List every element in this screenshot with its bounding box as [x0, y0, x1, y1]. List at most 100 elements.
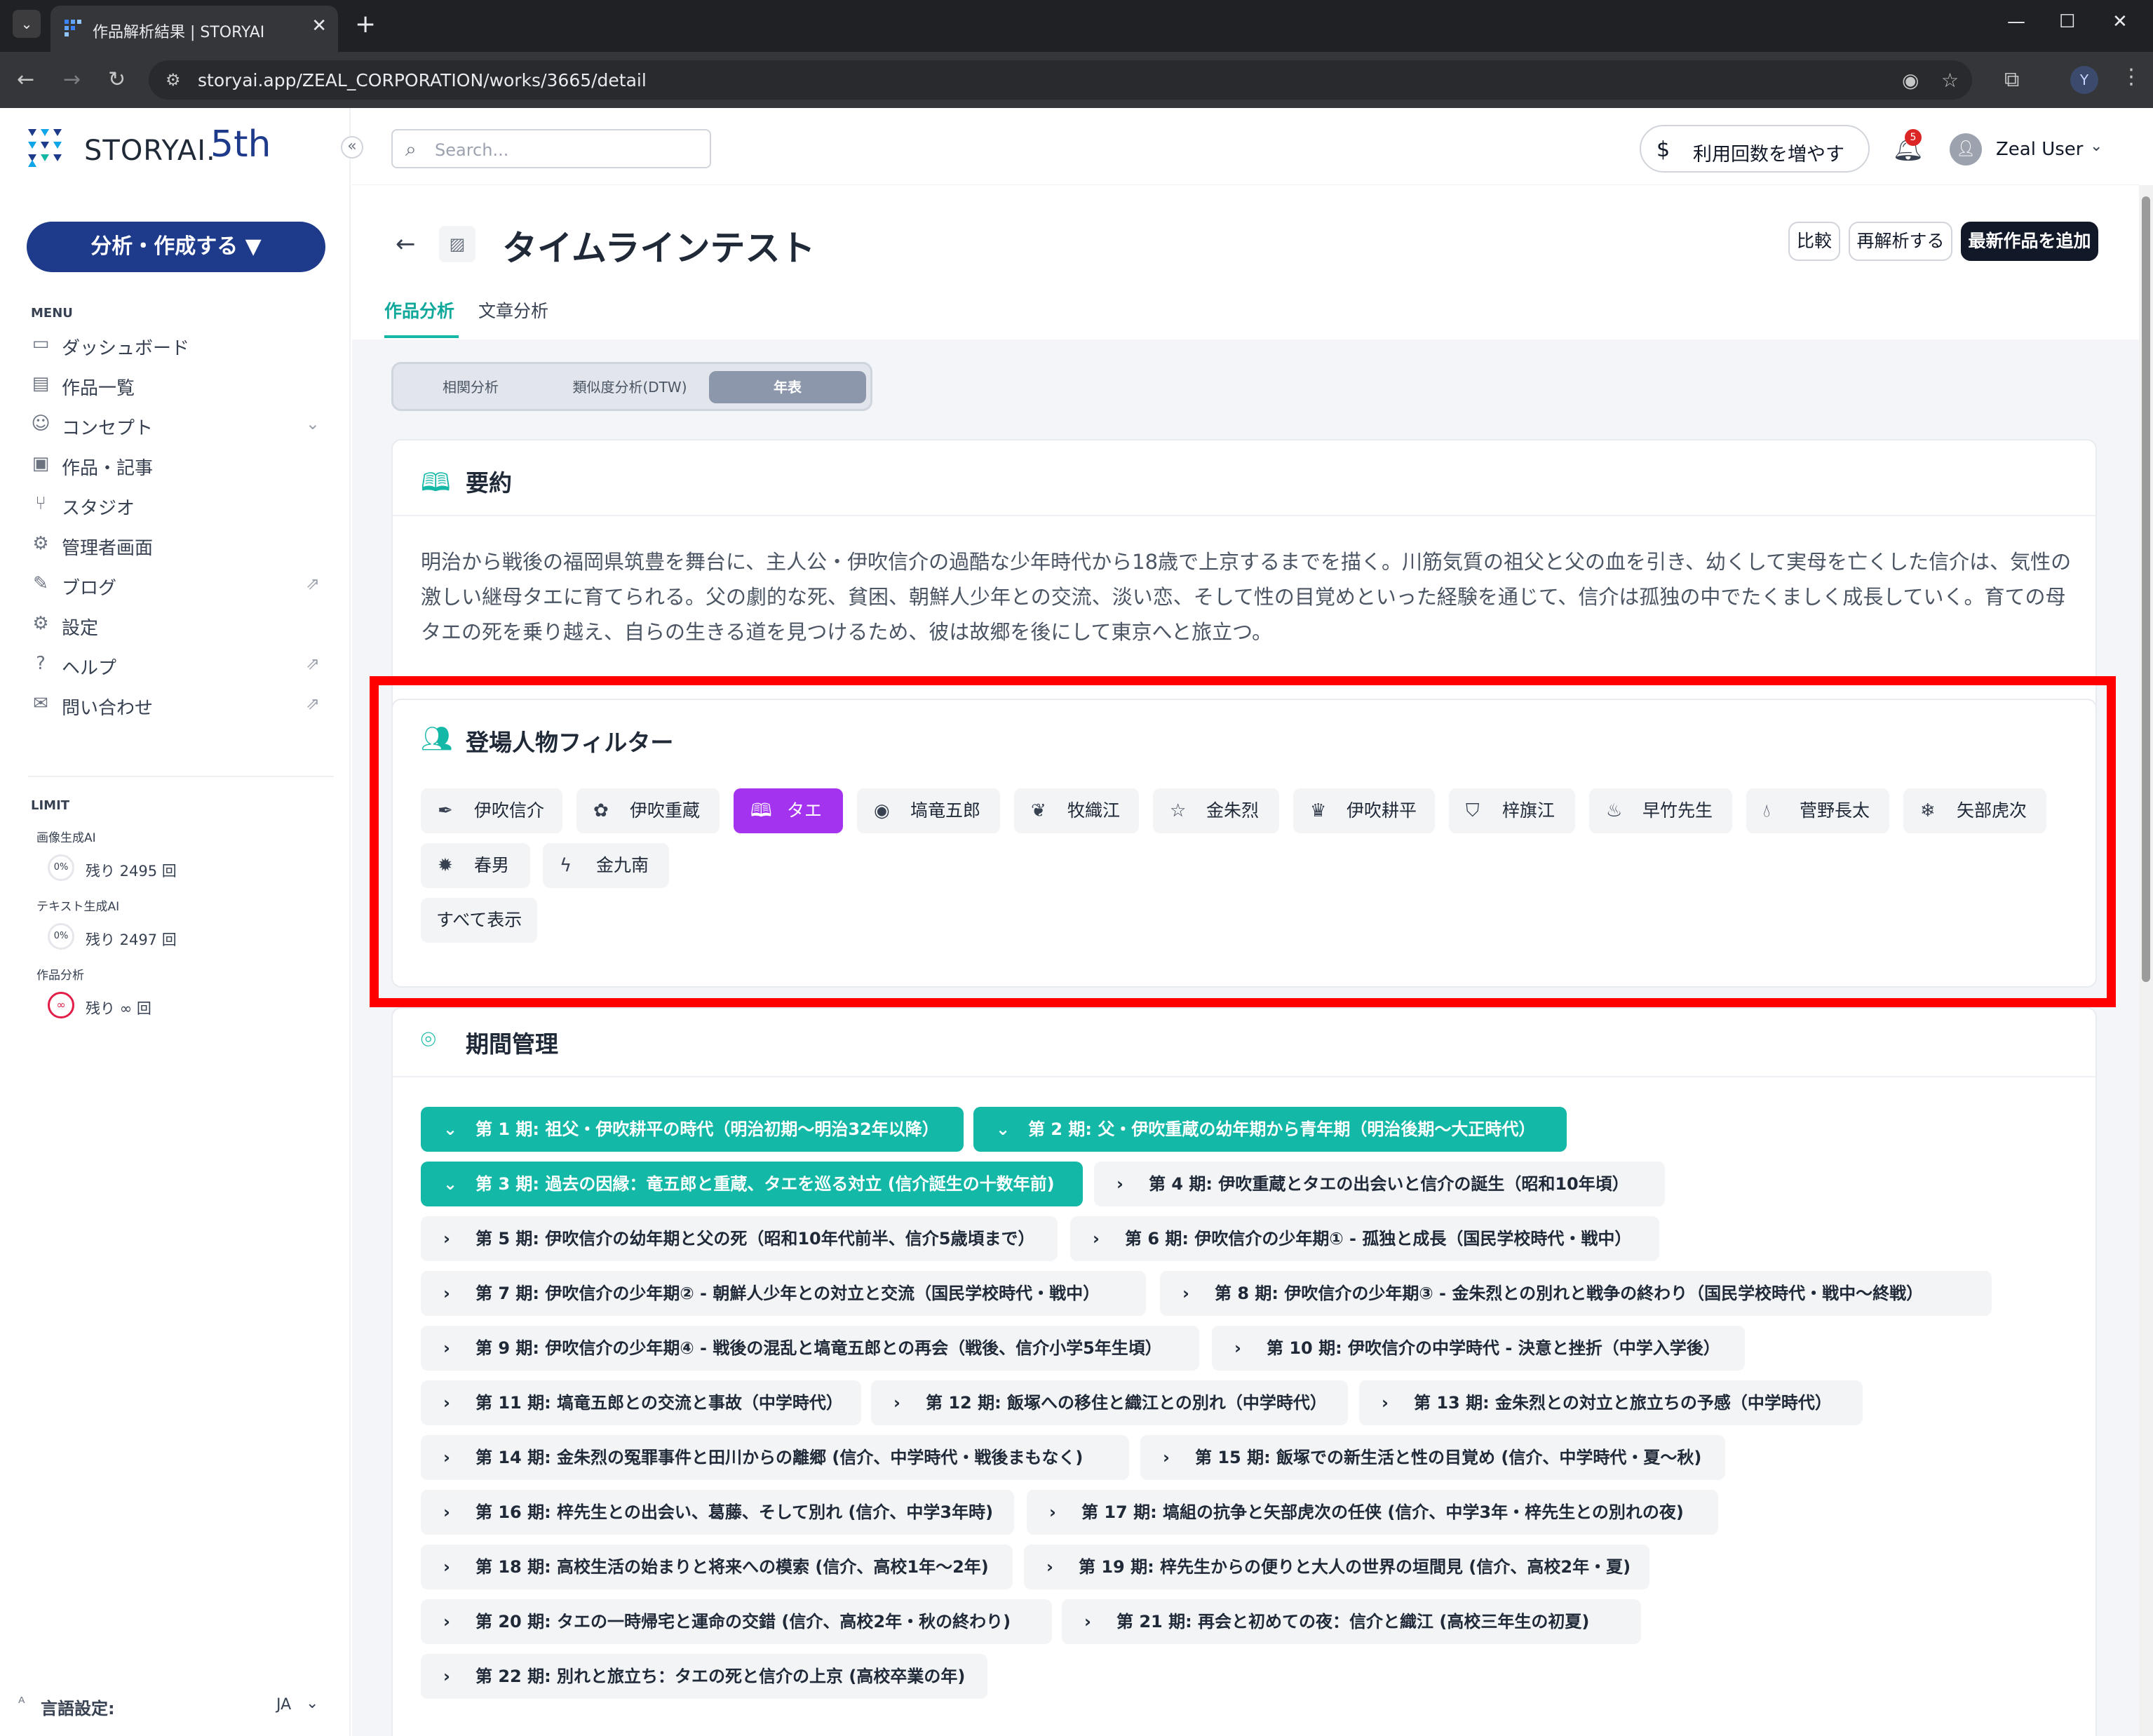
chevron-right-icon: ›	[443, 1284, 450, 1303]
analyze-create-button[interactable]: 分析・作成する ▼	[27, 222, 325, 272]
period-item-5[interactable]: › 第 5 期: 伊吹信介の幼年期と父の死（昭和10年代前半、信介5歳頃まで）	[421, 1216, 1058, 1261]
close-window-icon[interactable]: ✕	[2112, 11, 2128, 32]
period-item-2[interactable]: ⌄ 第 2 期: 父・伊吹重蔵の幼年期から青年期（明治後期〜大正時代）	[973, 1107, 1567, 1152]
browser-tab[interactable]: 作品解析結果 | STORYAI ✕	[50, 6, 338, 52]
segment-dtw[interactable]: 類似度分析(DTW)	[551, 371, 709, 403]
limit-section-label: LIMIT	[31, 798, 70, 813]
tab-search-icon[interactable]: ⌄	[13, 10, 41, 38]
sidebar-item-works[interactable]: ▤ 作品一覧	[28, 368, 330, 399]
period-item-9[interactable]: › 第 9 期: 伊吹信介の少年期④ - 戦後の混乱と塙竜五郎との再会（戦後、信介…	[421, 1326, 1199, 1371]
scrollbar-thumb[interactable]	[2142, 196, 2150, 982]
sidebar-item-articles[interactable]: ▣ 作品・記事	[28, 448, 330, 479]
period-item-14[interactable]: › 第 14 期: 金朱烈の冤罪事件と田川からの離郷 (信介、中学時代・戦後まもな…	[421, 1435, 1129, 1480]
chevron-down-icon[interactable]: ⌄	[306, 414, 320, 433]
back-arrow-icon[interactable]: ←	[17, 67, 34, 92]
character-chip[interactable]: ϟ 金九南	[543, 843, 669, 888]
chevron-right-icon: ›	[1163, 1448, 1170, 1467]
eye-icon[interactable]: ◉	[1902, 69, 1919, 92]
language-value: JA	[276, 1696, 292, 1714]
character-chip[interactable]: ❦ 牧織江	[1014, 788, 1139, 833]
language-label: 言語設定:	[41, 1699, 115, 1718]
period-item-21[interactable]: › 第 21 期: 再会と初めての夜：信介と織江 (高校三年生の初夏)	[1062, 1599, 1641, 1644]
character-chip[interactable]: ☆ 金朱烈	[1153, 788, 1279, 833]
segment-correlation[interactable]: 相関分析	[400, 371, 541, 403]
period-item-1[interactable]: ⌄ 第 1 期: 祖父・伊吹耕平の時代（明治初期〜明治32年以降）	[421, 1107, 964, 1152]
period-item-19[interactable]: › 第 19 期: 梓先生からの便りと大人の世界の垣間見 (信介、高校2年・夏)	[1024, 1545, 1649, 1589]
reload-icon[interactable]: ↻	[108, 67, 126, 92]
forward-arrow-icon[interactable]: →	[63, 67, 81, 92]
back-arrow-icon[interactable]: ←	[396, 230, 416, 258]
character-chip[interactable]: ♨ 早竹先生	[1589, 788, 1732, 833]
extensions-icon[interactable]: ⧉	[2004, 67, 2019, 92]
language-selector[interactable]: ᴬ 言語設定: JA ⌄	[18, 1689, 327, 1721]
user-name[interactable]: Zeal User	[1996, 139, 2084, 160]
chevron-right-icon: ›	[1116, 1174, 1123, 1194]
sidebar-item-studio[interactable]: ⑂ スタジオ	[28, 488, 330, 519]
search-input[interactable]: ⌕ Search...	[391, 129, 711, 168]
period-label: 第 16 期: 梓先生との出会い、葛藤、そして別れ (信介、中学3年時)	[475, 1502, 994, 1522]
minimize-icon[interactable]: —	[2007, 11, 2025, 32]
sidebar-item-help[interactable]: ? ヘルプ ⇗	[28, 648, 330, 679]
character-name: タエ	[787, 800, 823, 821]
sidebar-item-admin[interactable]: ⚙ 管理者画面	[28, 528, 330, 559]
chevron-down-icon: ⌄	[996, 1119, 1011, 1139]
increase-usage-button[interactable]: $ 利用回数を増やす	[1640, 125, 1870, 173]
compare-button[interactable]: 比較	[1788, 222, 1840, 261]
period-item-7[interactable]: › 第 7 期: 伊吹信介の少年期② - 朝鮮人少年との対立と交流（国民学校時代・…	[421, 1271, 1146, 1316]
chevron-down-icon[interactable]: ⌄	[2090, 137, 2103, 155]
segment-timeline[interactable]: 年表	[709, 371, 866, 403]
sidebar-item-blog[interactable]: ✎ ブログ ⇗	[28, 568, 330, 599]
period-item-13[interactable]: › 第 13 期: 金朱烈との対立と旅立ちの予感（中学時代）	[1359, 1380, 1863, 1425]
period-item-10[interactable]: › 第 10 期: 伊吹信介の中学時代 - 決意と挫折（中学入学後）	[1212, 1326, 1745, 1371]
sidebar-item-contact[interactable]: ✉ 問い合わせ ⇗	[28, 688, 330, 719]
character-chip[interactable]: ♛ 伊吹耕平	[1293, 788, 1435, 833]
period-label: 第 15 期: 飯塚での新生活と性の目覚め (信介、中学時代・夏〜秋)	[1195, 1448, 1702, 1467]
period-item-12[interactable]: › 第 12 期: 飯塚への移住と織江との別れ（中学時代）	[871, 1380, 1348, 1425]
period-label: 第 20 期: タエの一時帰宅と運命の交錯 (信介、高校2年・秋の終わり)	[475, 1612, 1011, 1631]
avatar[interactable]: 👤︎	[1950, 133, 1982, 166]
character-chip[interactable]: ✹ 春男	[421, 843, 530, 888]
show-all-button[interactable]: すべて表示	[421, 898, 537, 943]
tab-text-analysis[interactable]: 文章分析	[478, 297, 548, 323]
period-item-11[interactable]: › 第 11 期: 塙竜五郎との交流と事故（中学時代）	[421, 1380, 861, 1425]
period-item-18[interactable]: › 第 18 期: 高校生活の始まりと将来への模索 (信介、高校1年〜2年)	[421, 1545, 1013, 1589]
period-item-17[interactable]: › 第 17 期: 塙組の抗争と矢部虎次の任侠 (信介、中学3年・梓先生との別れの…	[1027, 1490, 1718, 1535]
users-icon: 👥︎	[421, 725, 453, 753]
sidebar-item-settings[interactable]: ⚙ 設定	[28, 608, 330, 639]
tab-work-analysis[interactable]: 作品分析	[384, 297, 454, 323]
increase-usage-label: 利用回数を増やす	[1693, 144, 1844, 166]
character-chip[interactable]: ⛉ 梓旗江	[1449, 788, 1575, 833]
character-chip[interactable]: ✿ 伊吹重蔵	[576, 788, 720, 833]
character-chip[interactable]: ✒ 伊吹信介	[421, 788, 562, 833]
character-chip-active[interactable]: 🕮︎ タエ	[734, 788, 843, 833]
period-item-4[interactable]: › 第 4 期: 伊吹重蔵とタエの出会いと信介の誕生（昭和10年頃）	[1094, 1162, 1665, 1206]
reanalyze-button[interactable]: 再解析する	[1849, 222, 1952, 261]
add-latest-work-button[interactable]: 最新作品を追加	[1961, 222, 2098, 261]
period-item-16[interactable]: › 第 16 期: 梓先生との出会い、葛藤、そして別れ (信介、中学3年時)	[421, 1490, 1014, 1535]
sidebar-item-concept[interactable]: ☺ コンセプト ⌄	[28, 408, 330, 439]
book-open-icon: 🕮︎	[421, 469, 451, 497]
address-bar: ← → ↻ ⚙ storyai.app/ZEAL_CORPORATION/wor…	[0, 52, 2153, 108]
period-item-20[interactable]: › 第 20 期: タエの一時帰宅と運命の交錯 (信介、高校2年・秋の終わり)	[421, 1599, 1052, 1644]
period-item-15[interactable]: › 第 15 期: 飯塚での新生活と性の目覚め (信介、中学時代・夏〜秋)	[1140, 1435, 1725, 1480]
tab-close-icon[interactable]: ✕	[311, 15, 327, 36]
url-field[interactable]: ⚙ storyai.app/ZEAL_CORPORATION/works/366…	[149, 60, 1972, 100]
collapse-sidebar-button[interactable]: «	[341, 136, 363, 159]
sidebar-item-dashboard[interactable]: ▭ ダッシュボード	[28, 328, 330, 359]
profile-avatar[interactable]: Y	[2070, 66, 2098, 94]
browser-menu-icon[interactable]: ⋮	[2121, 65, 2142, 89]
character-chip[interactable]: ❄ 矢部虎次	[1903, 788, 2046, 833]
divider	[393, 1076, 2095, 1077]
limit-title: 作品分析	[36, 969, 84, 983]
period-item-6[interactable]: › 第 6 期: 伊吹信介の少年期① - 孤独と成長（国民学校時代・戦中）	[1070, 1216, 1659, 1261]
character-chip[interactable]: ◉ 塙竜五郎	[857, 788, 1000, 833]
sidebar-item-label: コンセプト	[62, 418, 154, 439]
period-item-8[interactable]: › 第 8 期: 伊吹信介の少年期③ - 金朱烈との別れと戦争の終わり（国民学校時…	[1160, 1271, 1992, 1316]
character-chip[interactable]: 💧︎ 菅野長太	[1746, 788, 1889, 833]
period-item-22[interactable]: › 第 22 期: 別れと旅立ち：タエの死と信介の上京 (高校卒業の年)	[421, 1654, 987, 1699]
period-item-3[interactable]: ⌄ 第 3 期: 過去の因縁：竜五郎と重蔵、タエを巡る対立 (信介誕生の十数年前)	[421, 1162, 1083, 1206]
bookmark-star-icon[interactable]: ☆	[1941, 69, 1959, 92]
site-info-icon[interactable]: ⚙	[166, 70, 181, 90]
new-tab-icon[interactable]: +	[355, 10, 376, 39]
maximize-icon[interactable]: ☐	[2059, 11, 2075, 32]
